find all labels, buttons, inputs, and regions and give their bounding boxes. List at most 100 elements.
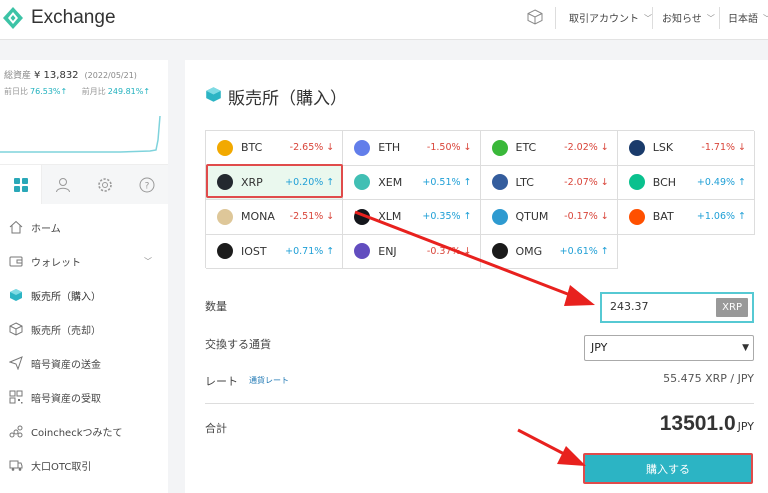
cube-filled-icon — [9, 288, 23, 302]
arrow-down-icon: ↓ — [323, 211, 335, 223]
coin-change-value: -2.02% — [564, 142, 598, 154]
coin-change: -1.50% ↓ — [427, 142, 472, 153]
send-icon — [9, 356, 23, 370]
coin-change-value: +0.61% — [559, 245, 598, 257]
arrow-down-icon: ↓ — [735, 142, 746, 154]
lsk-coin-icon — [628, 139, 645, 156]
coin-name: BTC — [241, 141, 263, 155]
coin-change-value: -2.65% — [289, 142, 324, 154]
quantity-field[interactable]: XRP — [600, 292, 754, 323]
arrow-down-icon: ↓ — [597, 142, 609, 154]
tab-dashboard[interactable] — [0, 165, 42, 204]
coin-cell-lsk[interactable]: LSK -1.71% ↓ — [617, 131, 755, 166]
chevron-down-icon: ﹀ — [644, 14, 652, 23]
coin-change: +0.20% ↑ — [285, 177, 334, 188]
tab-help[interactable]: ? — [126, 165, 168, 204]
sidebar-item-receive[interactable]: 暗号資産の受取 — [0, 380, 168, 414]
total-assets-value: ¥ 13,832 — [34, 70, 79, 81]
rate-link[interactable]: 通貨レート — [249, 375, 289, 386]
cube-icon[interactable] — [527, 9, 543, 25]
quantity-label: 数量 — [205, 300, 227, 313]
sidebar-item-label: ホーム — [31, 223, 61, 235]
rate-value: 55.475 XRP / JPY — [663, 372, 754, 385]
coin-grid: BTC -2.65% ↓ ETH -1.50% ↓ ETC -2.02% ↓ LSK -1.7… — [205, 130, 755, 270]
xrp-coin-icon — [217, 174, 233, 191]
enj-coin-icon — [354, 243, 371, 260]
sidebar-item-wallet[interactable]: ウォレット ﹀ — [0, 244, 168, 278]
menu-language-label: 日本語 — [728, 14, 758, 25]
coin-cell-bch[interactable]: BCH +0.49% ↑ — [617, 165, 755, 200]
svg-text:?: ? — [145, 181, 150, 191]
coin-cell-xlm[interactable]: XLM +0.35% ↑ — [343, 200, 481, 235]
coin-change-value: +1.06% — [696, 211, 736, 223]
bch-coin-icon — [628, 174, 645, 191]
quantity-input[interactable] — [610, 300, 710, 313]
coin-cell-mona[interactable]: MONA -2.51% ↓ — [206, 200, 344, 235]
coin-cell-etc[interactable]: ETC -2.02% ↓ — [480, 131, 618, 166]
currency-select[interactable]: JPY ▼ — [584, 335, 754, 361]
coin-change-value: +0.51% — [422, 176, 461, 188]
coincheck-logo-icon[interactable] — [2, 6, 24, 30]
coin-change: +0.71% ↑ — [285, 246, 334, 257]
cube-filled-icon — [205, 86, 222, 108]
wallet-icon — [9, 254, 23, 268]
app-title: Exchange — [31, 7, 116, 28]
chevron-down-icon[interactable]: ﹀ — [144, 256, 152, 267]
grid-icon — [13, 177, 28, 192]
truck-icon — [9, 458, 23, 472]
menu-trading-account[interactable]: 取引アカウント ﹀ — [569, 10, 652, 25]
menu-language[interactable]: 日本語 ﹀ — [728, 10, 768, 25]
menu-news[interactable]: お知らせ ﹀ — [662, 10, 715, 25]
coin-cell-bat[interactable]: BAT +1.06% ↑ — [617, 200, 755, 235]
coin-cell-xrp[interactable]: XRP +0.20% ↑ — [206, 165, 344, 200]
total-value: 13501.0 — [659, 412, 736, 435]
coin-change-value: +0.49% — [696, 176, 736, 188]
coin-cell-btc[interactable]: BTC -2.65% ↓ — [206, 131, 344, 166]
sidebar-item-label: 大口OTC取引 — [31, 461, 92, 473]
arrow-down-icon: ↓ — [597, 211, 609, 223]
coin-cell-omg[interactable]: OMG +0.61% ↑ — [480, 234, 618, 269]
coin-change: -1.71% ↓ — [701, 142, 746, 153]
help-icon: ? — [139, 177, 155, 192]
xem-coin-icon — [354, 174, 371, 191]
sidebar-item-sell[interactable]: 販売所（売却） — [0, 312, 168, 346]
sidebar-item-tsumitate[interactable]: Coincheckつみたて — [0, 414, 168, 448]
page-title: 販売所（購入） — [205, 84, 347, 109]
coin-name: OMG — [515, 244, 543, 258]
tab-account[interactable] — [42, 165, 84, 204]
month-change-value: 249.81%↑ — [107, 87, 151, 96]
coin-cell-xem[interactable]: XEM +0.51% ↑ — [343, 165, 481, 200]
sidebar-item-home[interactable]: ホーム — [0, 210, 168, 244]
coin-name: XLM — [378, 210, 402, 224]
arrow-down-icon: ↓ — [460, 245, 472, 257]
mona-coin-icon — [217, 208, 233, 225]
coin-cell-qtum[interactable]: QTUM -0.17% ↓ — [480, 200, 618, 235]
sidebar-item-send[interactable]: 暗号資産の送金 — [0, 346, 168, 380]
cube-outline-icon — [9, 322, 23, 336]
tab-settings[interactable] — [84, 165, 126, 204]
buy-button[interactable]: 購入する — [583, 453, 753, 484]
coin-change: -2.65% ↓ — [290, 142, 335, 153]
coin-name: QTUM — [515, 210, 549, 224]
total-amount: 13501.0 JPY — [660, 412, 754, 436]
menu-news-label: お知らせ — [662, 14, 702, 25]
coins-icon — [9, 424, 23, 438]
coin-cell-eth[interactable]: ETH -1.50% ↓ — [343, 131, 481, 166]
coin-cell-iost[interactable]: IOST +0.71% ↑ — [206, 234, 344, 269]
day-change-value: 76.53%↑ — [30, 87, 68, 96]
user-icon — [56, 177, 70, 192]
coin-name: BAT — [652, 210, 674, 224]
chevron-down-icon: ﹀ — [763, 13, 768, 24]
coin-cell-ltc[interactable]: LTC -2.07% ↓ — [480, 165, 618, 200]
sidebar-item-buy[interactable]: 販売所（購入） — [0, 278, 168, 312]
sidebar-item-otc[interactable]: 大口OTC取引 — [0, 448, 168, 482]
gear-icon — [98, 177, 112, 192]
chevron-down-icon: ▼ — [742, 343, 749, 353]
coin-change: -2.51% ↓ — [290, 211, 335, 222]
coin-change: +0.49% ↑ — [697, 177, 746, 188]
coin-cell-empty — [618, 235, 755, 270]
coin-cell-enj[interactable]: ENJ -0.37% ↓ — [343, 234, 481, 269]
coin-change-value: -1.50% — [426, 142, 461, 154]
month-change-label: 前月比 — [81, 87, 106, 96]
omg-coin-icon — [491, 243, 508, 260]
